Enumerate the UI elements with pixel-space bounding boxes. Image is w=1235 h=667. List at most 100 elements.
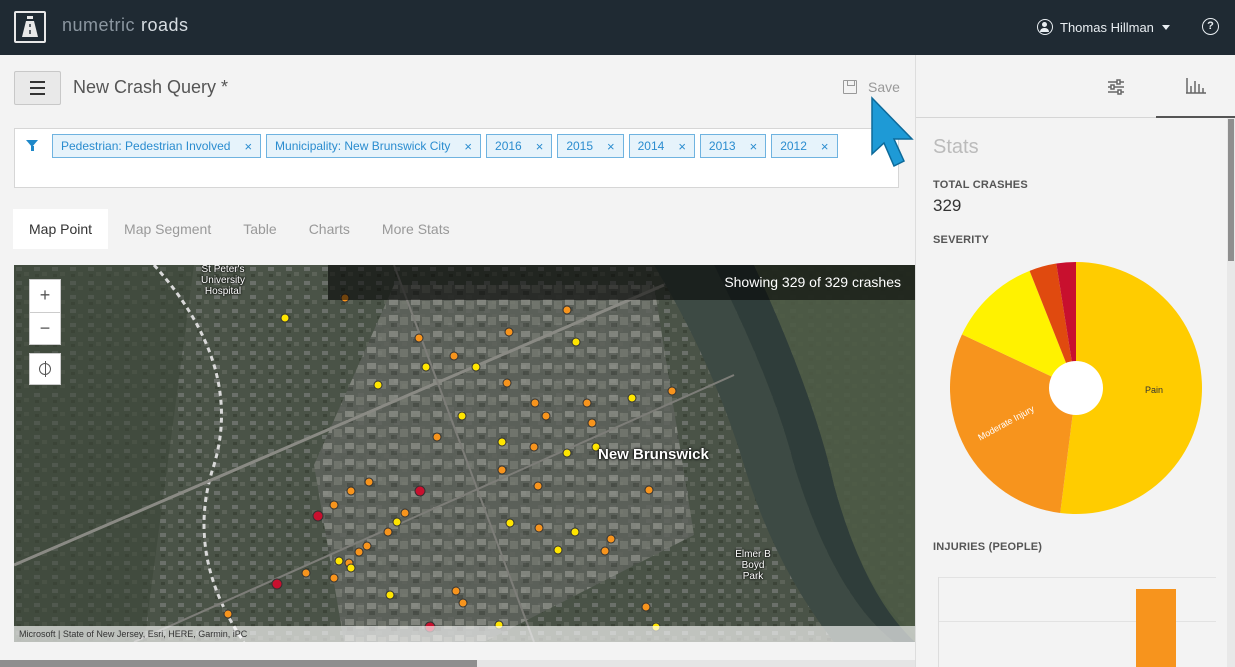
crash-point — [346, 486, 356, 496]
filter-chip[interactable]: Municipality: New Brunswick City × — [266, 134, 482, 158]
pie-slice-label: Pain — [1145, 385, 1163, 395]
park-map-label: Elmer B Boyd Park — [735, 549, 771, 582]
filter-chip[interactable]: 2013 × — [699, 134, 767, 158]
crash-point — [570, 527, 580, 537]
app-brand: numetric roads — [62, 15, 189, 36]
filter-chip[interactable]: 2016 × — [486, 134, 553, 158]
injuries-label: INJURIES (PEOPLE) — [933, 541, 1043, 553]
crash-point — [458, 598, 468, 608]
query-title[interactable]: New Crash Query * — [73, 77, 228, 98]
brand-name-product: roads — [141, 15, 189, 35]
filter-chip-list: Pedestrian: Pedestrian Involved × Municip… — [52, 134, 838, 158]
road-logo-icon[interactable] — [14, 11, 46, 43]
filter-bar[interactable]: Pedestrian: Pedestrian Involved × Municip… — [14, 128, 899, 188]
close-icon[interactable]: × — [464, 139, 472, 154]
crash-point — [606, 534, 616, 544]
crash-point — [414, 333, 424, 343]
crash-point — [502, 378, 512, 388]
pie-center-hole — [1049, 361, 1103, 415]
filter-chip[interactable]: 2014 × — [628, 134, 695, 158]
tab-map-point[interactable]: Map Point — [13, 209, 109, 249]
crash-point — [562, 305, 572, 315]
map-attribution: Microsoft | State of New Jersey, Esri, H… — [14, 626, 915, 642]
crash-point — [600, 546, 610, 556]
tab-charts[interactable]: Charts — [293, 209, 366, 249]
crash-point — [280, 313, 290, 323]
tab-more-stats[interactable]: More Stats — [366, 209, 466, 249]
save-button[interactable]: Save — [843, 79, 900, 95]
crash-point — [667, 386, 677, 396]
crash-point — [451, 586, 461, 596]
hamburger-icon-line — [30, 93, 45, 95]
crash-point — [354, 547, 364, 557]
crash-point — [582, 398, 592, 408]
close-icon[interactable]: × — [607, 139, 615, 154]
hamburger-icon — [30, 81, 45, 83]
crash-point — [392, 517, 402, 527]
crash-map[interactable]: + − Showing 329 of 329 crashes St Peter'… — [14, 265, 915, 642]
tab-filters[interactable] — [1076, 55, 1156, 118]
crash-point — [534, 523, 544, 533]
horizontal-scrollbar-thumb[interactable] — [0, 660, 477, 667]
view-tabs: Map Point Map Segment Table Charts More … — [13, 209, 466, 249]
crash-point — [457, 411, 467, 421]
crash-point — [471, 362, 481, 372]
filter-chip-label: 2012 — [780, 139, 807, 153]
tab-table[interactable]: Table — [227, 209, 292, 249]
crash-point — [329, 500, 339, 510]
injuries-bar[interactable] — [1136, 589, 1176, 667]
filter-chip[interactable]: 2015 × — [557, 134, 624, 158]
filter-chip-label: 2016 — [495, 139, 522, 153]
sliders-icon — [1108, 78, 1124, 95]
showing-count-banner: Showing 329 of 329 crashes — [328, 265, 915, 300]
crash-point — [432, 432, 442, 442]
top-navigation-bar: numetric roads Thomas Hillman ? — [0, 0, 1235, 55]
zoom-control: + − — [29, 279, 61, 345]
crash-point — [644, 485, 654, 495]
hamburger-icon-line — [30, 87, 45, 89]
floppy-disk-icon — [843, 80, 857, 94]
zoom-out-button[interactable]: − — [30, 312, 60, 344]
city-map-label: New Brunswick — [598, 446, 709, 463]
crash-point — [400, 508, 410, 518]
mouse-cursor-icon — [871, 96, 914, 168]
crash-point — [562, 448, 572, 458]
close-icon[interactable]: × — [750, 139, 758, 154]
crash-point — [271, 578, 283, 590]
filter-chip-label: Municipality: New Brunswick City — [275, 139, 451, 153]
crash-point — [364, 477, 374, 487]
zoom-in-button[interactable]: + — [30, 280, 60, 312]
crash-point — [541, 411, 551, 421]
close-icon[interactable]: × — [678, 139, 686, 154]
close-icon[interactable]: × — [821, 139, 829, 154]
bar-chart-icon — [1186, 77, 1206, 94]
user-avatar-icon — [1037, 19, 1053, 35]
filter-chip[interactable]: 2012 × — [771, 134, 838, 158]
tab-map-segment[interactable]: Map Segment — [108, 209, 227, 249]
menu-button[interactable] — [14, 71, 61, 105]
crash-point — [553, 545, 563, 555]
total-crashes-value: 329 — [933, 196, 962, 215]
crash-point — [312, 510, 324, 522]
crash-point — [530, 398, 540, 408]
close-icon[interactable]: × — [244, 139, 252, 154]
crash-point — [362, 541, 372, 551]
crash-point — [383, 527, 393, 537]
crash-points-layer — [223, 293, 677, 633]
filter-chip-label: 2013 — [708, 139, 736, 153]
close-icon[interactable]: × — [536, 139, 544, 154]
locate-icon[interactable] — [29, 353, 61, 385]
user-menu[interactable]: Thomas Hillman — [1037, 18, 1170, 36]
help-icon[interactable]: ? — [1202, 18, 1219, 35]
crash-point — [587, 418, 597, 428]
tab-stats[interactable] — [1156, 55, 1235, 118]
severity-pie-chart[interactable]: PainModerate Injury — [949, 261, 1203, 515]
filter-chip[interactable]: Pedestrian: Pedestrian Involved × — [52, 134, 262, 158]
crash-point — [504, 327, 514, 337]
total-crashes-label: TOTAL CRASHES — [933, 179, 1028, 191]
crash-point — [329, 573, 339, 583]
crash-point — [421, 362, 431, 372]
vertical-scrollbar-thumb[interactable] — [1228, 119, 1234, 261]
crash-point — [497, 437, 507, 447]
brand-name-light: numetric — [62, 15, 136, 35]
